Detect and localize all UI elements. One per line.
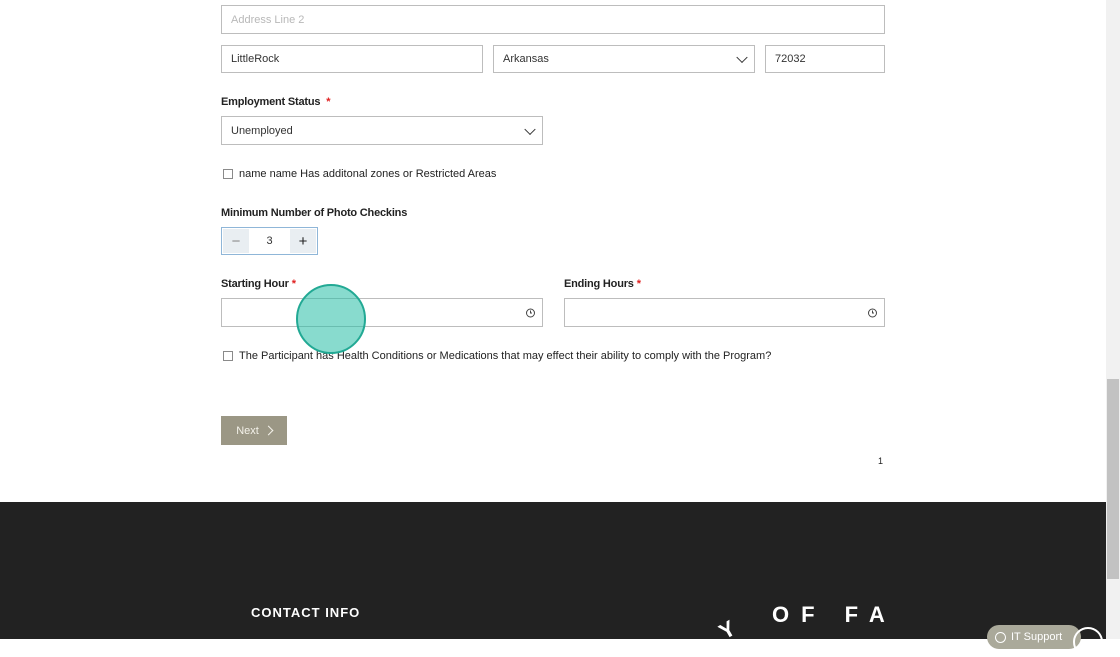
chevron-down-icon [524,123,536,135]
photo-checkins-value[interactable]: 3 [250,228,289,254]
page-number: 1 [878,456,884,466]
it-support-button[interactable]: IT Support [987,625,1081,649]
employment-status-label: Employment Status * [221,96,331,108]
zip-value: 72032 [775,53,806,65]
state-value: Arkansas [503,53,549,65]
increment-button[interactable]: + [290,229,316,253]
zones-checkbox[interactable] [223,169,233,179]
health-conditions-checkbox[interactable] [223,351,233,361]
required-marker: * [636,278,641,290]
it-support-label: IT Support [1011,631,1063,643]
city-value: LittleRock [231,53,280,65]
next-button[interactable]: Next [221,416,287,445]
required-marker: * [291,278,296,290]
clock-icon[interactable] [868,308,877,317]
clock-icon[interactable] [526,308,535,317]
employment-status-select[interactable]: Unemployed [221,116,543,145]
chevron-down-icon [736,51,748,64]
contact-info-heading: CONTACT INFO [251,605,361,620]
starting-hour-label-text: Starting Hour [221,278,289,290]
state-select[interactable]: Arkansas [493,45,755,73]
photo-checkins-label: Minimum Number of Photo Checkins [221,207,408,219]
footer-logo: Y OF FA [715,602,897,639]
city-input[interactable]: LittleRock [221,45,483,73]
decrement-button[interactable]: − [223,229,249,253]
help-icon [995,631,1006,643]
employment-status-label-text: Employment Status [221,96,321,108]
zones-checkbox-label: name name Has additonal zones or Restric… [239,168,497,180]
starting-hour-label: Starting Hour * [221,278,296,290]
scrollbar-thumb[interactable] [1107,379,1119,579]
chevron-right-icon [263,425,274,436]
support-chat-ring[interactable] [1073,627,1103,657]
ending-hours-label: Ending Hours * [564,278,641,290]
employment-status-value: Unemployed [231,124,293,137]
starting-hour-input[interactable] [221,298,543,327]
footer-logo-text: OF FA [772,602,897,627]
next-button-label: Next [236,424,259,437]
photo-checkins-stepper[interactable]: − 3 + [221,227,318,255]
required-marker: * [326,96,331,108]
ending-hours-input[interactable] [564,298,885,327]
address-line2-input[interactable]: Address Line 2 [221,5,885,34]
footer: Y OF FA [0,502,1106,639]
cursor-highlight [296,284,366,354]
zip-input[interactable]: 72032 [765,45,885,73]
footer-logo-letter-left: Y [715,615,740,639]
ending-hours-label-text: Ending Hours [564,278,634,290]
address-line2-placeholder: Address Line 2 [231,13,305,26]
